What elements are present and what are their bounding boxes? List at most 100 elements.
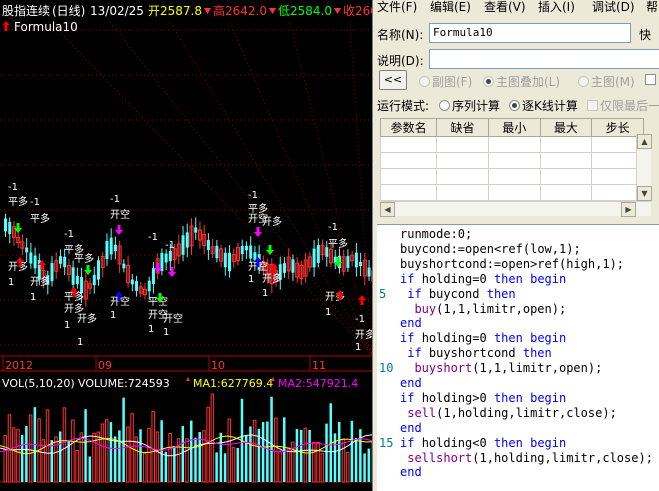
- formula-editor-panel: 文件(F) 编辑(E) 查看(V) 插入(I) 调试(D) 帮 名称(N): F…: [372, 0, 659, 491]
- code-keyword: then: [493, 390, 523, 405]
- volume-bar: [3, 435, 7, 483]
- menu-file[interactable]: 文件(F): [377, 0, 417, 14]
- signal-label: 1: [355, 342, 361, 353]
- code-keyword: if: [407, 346, 422, 361]
- radio-icon: [509, 100, 520, 111]
- code-text: );: [602, 405, 617, 420]
- scroll-down-icon[interactable]: ▼: [637, 186, 652, 201]
- code-keyword: begin: [530, 331, 567, 346]
- code-line[interactable]: end: [400, 376, 422, 390]
- extra-checkbox[interactable]: [645, 73, 658, 87]
- x-axis-label: 11: [312, 359, 326, 372]
- candle-body: [240, 245, 244, 255]
- run-mode-bar[interactable]: 逐K线计算: [509, 97, 578, 114]
- last-only-checkbox[interactable]: 仅限最后一: [587, 97, 659, 114]
- table-row[interactable]: [379, 152, 644, 169]
- volume-bar: [62, 407, 67, 483]
- code-text: low: [530, 241, 552, 256]
- ma1-value: MA1:627769.4: [193, 377, 273, 390]
- volume-bar: [160, 420, 163, 482]
- volume-bar: [88, 456, 92, 482]
- menu-view[interactable]: 查看(V): [484, 0, 526, 14]
- code-line[interactable]: buy(1,1,limitr,open);: [400, 302, 566, 316]
- kline-chart[interactable]: 2012 09 10 11 股指连续 (日线) 13/02/25 开 2587.8 高 2642.0…: [0, 0, 372, 491]
- collapse-button[interactable]: <<: [379, 70, 407, 90]
- code-line[interactable]: buyshortcond:=open>ref(high,1);: [400, 257, 624, 271]
- candle-body: [63, 256, 67, 268]
- volume-bar: [252, 419, 257, 483]
- run-mode-bar-label: 逐K线计算: [522, 99, 578, 113]
- code-text: holding: [493, 450, 545, 465]
- description-input[interactable]: [429, 49, 659, 69]
- table-row[interactable]: [379, 184, 644, 201]
- scroll-right-icon[interactable]: ▶: [621, 202, 636, 217]
- code-line[interactable]: if buyshortcond then: [400, 346, 552, 360]
- code-text: open: [465, 241, 494, 256]
- volume-bar: [215, 452, 218, 482]
- menu-help[interactable]: 帮: [646, 0, 658, 14]
- code-line[interactable]: if holding=0 then begin: [400, 331, 566, 345]
- signal-label: 1: [248, 274, 254, 285]
- table-row[interactable]: [379, 168, 644, 185]
- code-line[interactable]: if holding>0 then begin: [400, 391, 566, 405]
- code-keyword: begin: [530, 435, 567, 450]
- menu-debug[interactable]: 调试(D): [592, 0, 635, 14]
- code-line[interactable]: runmode:0;: [400, 227, 472, 241]
- candle-body: [181, 235, 185, 255]
- scroll-left-icon[interactable]: ◀: [380, 202, 395, 217]
- run-mode-series[interactable]: 序列计算: [439, 97, 500, 114]
- run-mode-label: 运行模式:: [377, 99, 430, 113]
- volume-bar: [316, 441, 320, 483]
- chart-mode-sub[interactable]: 副图(F): [419, 73, 472, 90]
- params-hscroll[interactable]: ◀ ▶: [380, 201, 651, 217]
- menu-insert[interactable]: 插入(I): [538, 0, 575, 14]
- table-row[interactable]: [379, 136, 644, 153]
- code-keyword: end: [400, 316, 422, 331]
- code-line[interactable]: sellshort(1,holding,limitr,close);: [400, 451, 653, 465]
- up-arrow-icon: [186, 377, 190, 381]
- code-line[interactable]: buyshort(1,1,limitr,open);: [400, 361, 602, 375]
- ma2-value: MA2:547921.4: [278, 377, 358, 390]
- code-text: (1,1,: [436, 301, 473, 316]
- code-line[interactable]: if buycond then: [400, 287, 515, 301]
- volume-bar: [236, 447, 239, 482]
- code-text: close: [602, 450, 639, 465]
- signal-label: 开多: [355, 328, 372, 341]
- candle-body: [283, 263, 286, 273]
- volume-bar: [151, 410, 155, 483]
- grid-line: [289, 21, 372, 356]
- code-line[interactable]: if holding<0 then begin: [400, 436, 566, 450]
- code-text: close: [566, 405, 603, 420]
- param-header-name: 参数名: [379, 118, 438, 137]
- scroll-up-icon[interactable]: ▲: [637, 134, 652, 149]
- code-text: (1,1,: [472, 361, 509, 376]
- signal-label: 开多: [262, 215, 282, 228]
- code-text: limitr: [551, 450, 596, 465]
- kline-chart-canvas[interactable]: 2012 09 10 11股指连续 (日线) 13/02/25 开 2587.8 高 2642.0…: [0, 0, 372, 491]
- candle-body: [97, 260, 100, 280]
- code-line[interactable]: if holding=0 then begin: [400, 272, 566, 286]
- code-line[interactable]: end: [400, 316, 422, 330]
- chart-mode-overlay[interactable]: 主图叠加(L): [483, 73, 560, 90]
- code-editor[interactable]: runmode:0; buycond:=open<ref(low,1); buysh…: [377, 224, 659, 491]
- low-label: 低: [278, 4, 290, 18]
- volume-bar: [337, 421, 341, 482]
- candle-body: [359, 261, 363, 267]
- code-line[interactable]: buycond:=open<ref(low,1);: [400, 242, 581, 256]
- radio-icon: [419, 76, 430, 87]
- name-input[interactable]: Formula10: [429, 23, 631, 43]
- code-line[interactable]: end: [400, 421, 422, 435]
- volume-bar: [303, 427, 308, 483]
- menu-edit[interactable]: 编辑(E): [430, 0, 471, 14]
- code-line[interactable]: end: [400, 465, 422, 479]
- param-header-default: 缺省: [436, 118, 489, 137]
- chart-mode-main[interactable]: 主图(M): [578, 73, 635, 90]
- params-table[interactable]: 参数名 缺省 最小 最大 步长: [379, 118, 644, 201]
- candle-body: [58, 256, 62, 264]
- candle-body: [164, 253, 168, 263]
- code-line[interactable]: sell(1,holding,limitr,close);: [400, 406, 617, 420]
- signal-label: 开空: [163, 312, 183, 325]
- code-text: ,1);: [595, 256, 625, 271]
